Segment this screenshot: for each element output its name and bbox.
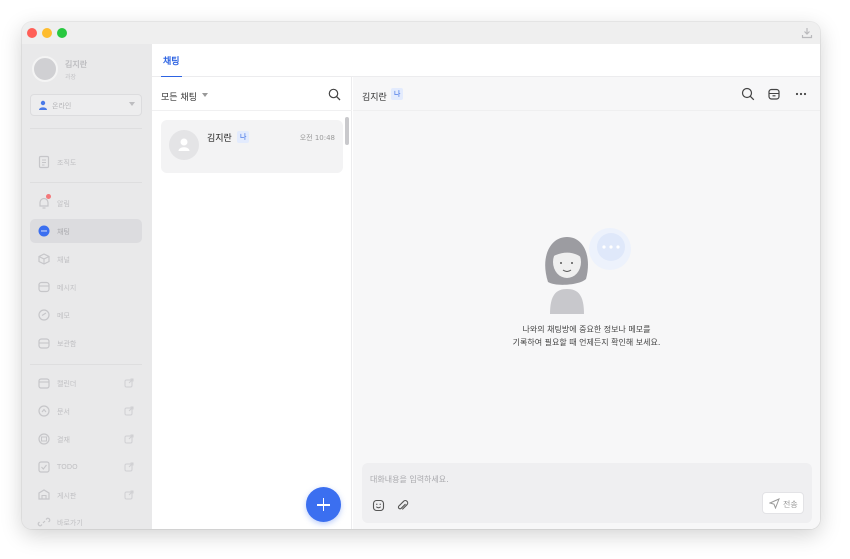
sidebar-item-label: 보관함 — [57, 340, 77, 348]
download-icon[interactable] — [800, 26, 814, 40]
profile-name: 김지란 — [65, 60, 88, 69]
notification-badge — [46, 194, 51, 199]
message-icon — [38, 281, 50, 293]
main-content: 채팅 모든 채팅 김지란 나 오전 10:48 김지란 나 나와의 채팅방에 중… — [152, 44, 820, 529]
tab-label: 채팅 — [163, 57, 180, 67]
title-bar — [22, 22, 820, 44]
chat-filter-dropdown[interactable]: 모든 채팅 — [161, 90, 197, 103]
chevron-down-icon — [129, 102, 135, 106]
me-badge: 나 — [237, 131, 250, 143]
divider — [30, 128, 142, 129]
sidebar-item-calendar[interactable]: 캘린더 — [30, 371, 142, 395]
archive-box-icon[interactable] — [767, 87, 781, 101]
sidebar-item-channel[interactable]: 채널 — [30, 247, 142, 271]
minimize-window-button[interactable] — [42, 28, 52, 38]
sidebar-item-label: 바로가기 — [57, 519, 83, 527]
caret-down-icon[interactable] — [202, 93, 208, 97]
attachment-icon[interactable] — [396, 499, 409, 512]
tab-bar: 채팅 — [152, 44, 820, 78]
sidebar-item-approval[interactable]: 결재 — [30, 427, 142, 451]
sidebar-item-memo[interactable]: 메모 — [30, 303, 142, 327]
sidebar-item-label: 문서 — [57, 408, 70, 416]
external-link-icon[interactable] — [124, 462, 134, 472]
empty-state-text: 기록하여 필요할 때 언제든지 확인해 보세요. — [512, 338, 661, 347]
profile[interactable]: 김지란 과장 — [32, 56, 142, 86]
divider — [30, 182, 142, 183]
checklist-icon — [38, 461, 50, 473]
external-link-icon[interactable] — [124, 434, 134, 444]
sidebar-item-todo[interactable]: TODO — [30, 455, 142, 479]
status-dropdown[interactable]: 온라인 — [30, 94, 142, 116]
document-icon — [38, 405, 50, 417]
chat-item-name: 김지란 — [207, 134, 232, 144]
close-window-button[interactable] — [27, 28, 37, 38]
sidebar-item-document[interactable]: 문서 — [30, 399, 142, 423]
me-badge: 나 — [391, 88, 404, 100]
avatar — [169, 130, 199, 160]
sidebar-item-label: 메모 — [57, 312, 70, 320]
chat-header: 김지란 나 — [353, 77, 820, 111]
sidebar-item-label: 알림 — [57, 200, 70, 208]
avatar[interactable] — [32, 56, 58, 82]
sidebar-item-notifications[interactable]: 알림 — [30, 191, 142, 215]
send-label: 전송 — [783, 500, 798, 509]
more-icon[interactable] — [794, 87, 808, 101]
chat-title: 김지란 — [362, 93, 387, 103]
sidebar-item-label: 채팅 — [57, 228, 70, 236]
archive-icon — [38, 338, 50, 349]
sidebar-item-chat[interactable]: 채팅 — [30, 219, 142, 243]
sidebar-item-archive[interactable]: 보관함 — [30, 331, 142, 355]
search-icon[interactable] — [328, 88, 341, 101]
send-icon — [769, 498, 780, 509]
calendar-icon — [38, 378, 50, 389]
message-input[interactable] — [370, 471, 750, 487]
org-chart-icon — [38, 155, 50, 169]
sidebar-item-message[interactable]: 메시지 — [30, 275, 142, 299]
sidebar-item-org-chart[interactable]: 조직도 — [30, 150, 142, 174]
sidebar-item-label: TODO — [57, 463, 78, 471]
sidebar-item-shortcuts[interactable]: 바로가기 — [30, 510, 142, 529]
empty-state-illustration — [545, 228, 631, 314]
sidebar-item-label: 조직도 — [57, 159, 77, 167]
sidebar: 김지란 과장 온라인 조직도 알림 채팅 채널 메시지 메모 보관함 캘린더 문… — [22, 44, 152, 529]
approval-icon — [38, 433, 50, 445]
chat-list-pane: 모든 채팅 김지란 나 오전 10:48 — [152, 77, 352, 529]
user-status-icon — [39, 100, 47, 110]
external-link-icon[interactable] — [124, 378, 134, 388]
sidebar-item-label: 캘린더 — [57, 380, 77, 388]
profile-role: 과장 — [65, 74, 77, 81]
board-icon — [38, 489, 50, 500]
chat-item-time: 오전 10:48 — [299, 134, 335, 142]
tab-chat[interactable]: 채팅 — [161, 44, 182, 78]
new-chat-button[interactable] — [306, 487, 341, 522]
send-button[interactable]: 전송 — [762, 492, 804, 514]
maximize-window-button[interactable] — [57, 28, 67, 38]
external-link-icon[interactable] — [124, 490, 134, 500]
scrollbar[interactable] — [345, 117, 349, 145]
sidebar-item-label: 메시지 — [57, 284, 77, 292]
sidebar-item-label: 결재 — [57, 436, 70, 444]
app-window: 김지란 과장 온라인 조직도 알림 채팅 채널 메시지 메모 보관함 캘린더 문… — [22, 22, 820, 529]
external-link-icon[interactable] — [124, 406, 134, 416]
person-icon — [178, 138, 190, 151]
sidebar-item-label: 게시판 — [57, 492, 77, 500]
plus-icon — [322, 498, 325, 511]
link-icon — [37, 517, 51, 527]
chat-list-item[interactable]: 김지란 나 오전 10:48 — [161, 120, 343, 173]
emoji-icon[interactable] — [372, 499, 385, 512]
chat-bubble-icon — [38, 225, 50, 237]
chat-pane: 김지란 나 나와의 채팅방에 중요한 정보나 메모를 기록하여 필요할 때 언제… — [353, 77, 820, 529]
empty-state-text: 나와의 채팅방에 중요한 정보나 메모를 — [522, 325, 651, 334]
channel-icon — [38, 253, 50, 265]
sidebar-item-label: 채널 — [57, 256, 70, 264]
divider — [30, 364, 142, 365]
chat-list-header: 모든 채팅 — [152, 77, 352, 111]
memo-icon — [38, 309, 50, 321]
sidebar-item-board[interactable]: 게시판 — [30, 483, 142, 507]
status-label: 온라인 — [52, 102, 72, 110]
message-composer: 전송 — [362, 463, 812, 523]
search-icon[interactable] — [741, 87, 755, 101]
